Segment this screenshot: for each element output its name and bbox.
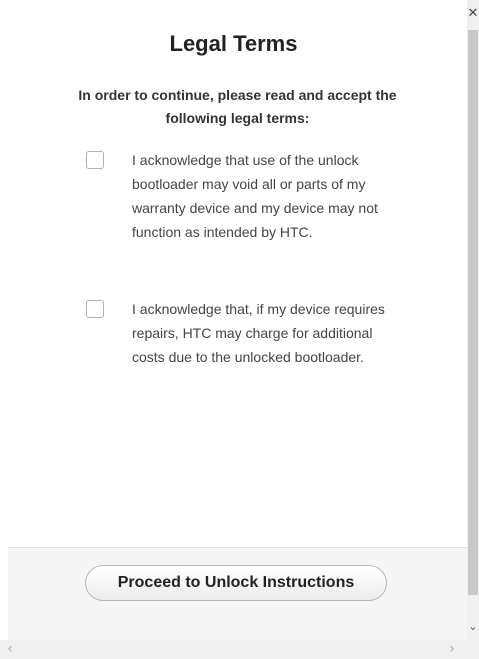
close-icon[interactable]: ✕	[467, 7, 479, 20]
dialog-footer: Proceed to Unlock Instructions	[8, 547, 467, 640]
repairs-checkbox[interactable]	[86, 300, 104, 318]
page-title: Legal Terms	[169, 31, 298, 56]
horizontal-scrollbar[interactable]: ‹ ›	[0, 640, 467, 659]
proceed-button[interactable]: Proceed to Unlock Instructions	[85, 565, 387, 601]
chevron-left-icon[interactable]: ‹	[4, 642, 16, 656]
chevron-right-icon[interactable]: ›	[446, 642, 458, 656]
vertical-scrollbar[interactable]	[467, 0, 479, 640]
scrollbar-corner	[467, 640, 479, 659]
warranty-checkbox[interactable]	[86, 151, 104, 169]
intro-text: In order to continue, please read and ac…	[78, 87, 397, 126]
chevron-down-icon[interactable]: ⌄	[467, 621, 479, 633]
legal-terms-dialog: Legal Terms In order to continue, please…	[0, 0, 467, 547]
warranty-term-text: I acknowledge that use of the unlock boo…	[132, 152, 378, 240]
repairs-term-text: I acknowledge that, if my device require…	[132, 301, 385, 365]
vertical-scroll-thumb[interactable]	[468, 30, 478, 595]
